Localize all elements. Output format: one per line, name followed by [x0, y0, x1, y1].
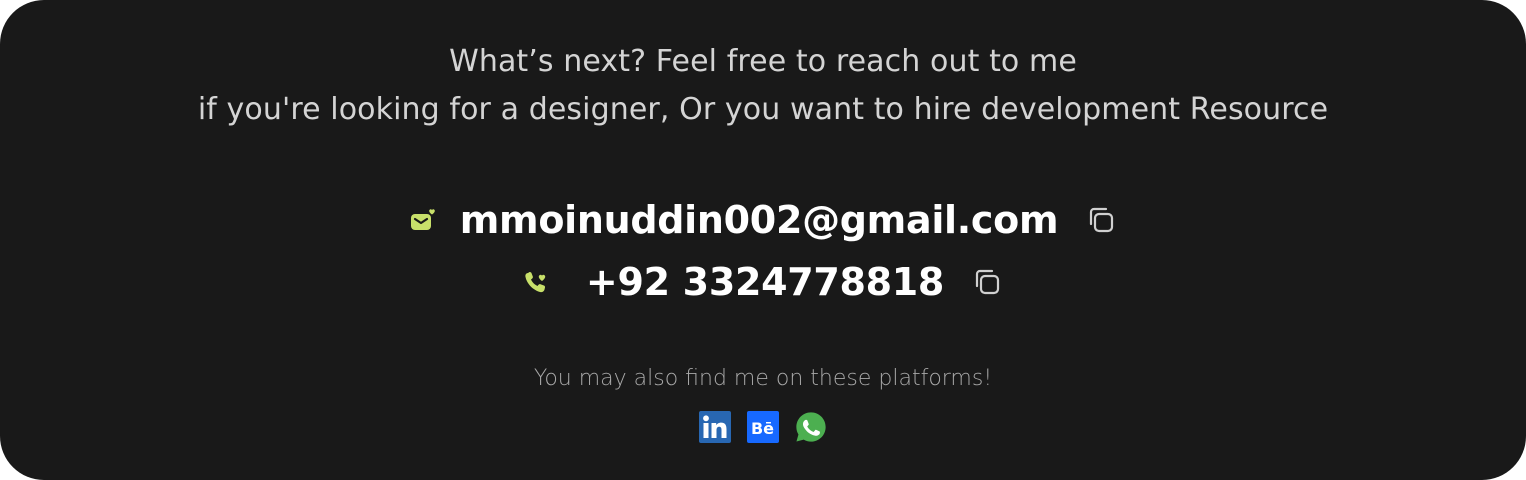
svg-text:Bē: Bē: [751, 419, 774, 438]
linkedin-link[interactable]: [698, 410, 732, 444]
whatsapp-icon: [796, 412, 826, 442]
email-row: mmoinuddin002@gmail.com: [0, 192, 1526, 248]
linkedin-icon: [699, 411, 731, 443]
copy-icon: [975, 269, 1000, 295]
copy-email-button[interactable]: [1084, 203, 1118, 237]
intro-line-2: if you're looking for a designer, Or you…: [197, 92, 1329, 127]
social-links: Bē: [0, 409, 1526, 445]
platforms-caption: You may also find me on these platforms!: [533, 366, 993, 391]
whatsapp-link[interactable]: [794, 410, 828, 444]
intro-text: What’s next? Feel free to reach out to m…: [0, 38, 1526, 134]
intro-line-1: What’s next? Feel free to reach out to m…: [449, 44, 1077, 79]
phone-heart-icon: [522, 267, 552, 297]
copy-icon: [1090, 207, 1114, 233]
contact-card: What’s next? Feel free to reach out to m…: [0, 0, 1526, 480]
copy-phone-button[interactable]: [970, 265, 1004, 299]
phone-row: +92 3324778818: [0, 254, 1526, 310]
mail-heart-icon: [408, 205, 438, 235]
behance-icon: Bē: [747, 411, 779, 443]
behance-link[interactable]: Bē: [746, 410, 780, 444]
email-address[interactable]: mmoinuddin002@gmail.com: [460, 198, 1059, 242]
phone-number[interactable]: +92 3324778818: [586, 260, 944, 304]
